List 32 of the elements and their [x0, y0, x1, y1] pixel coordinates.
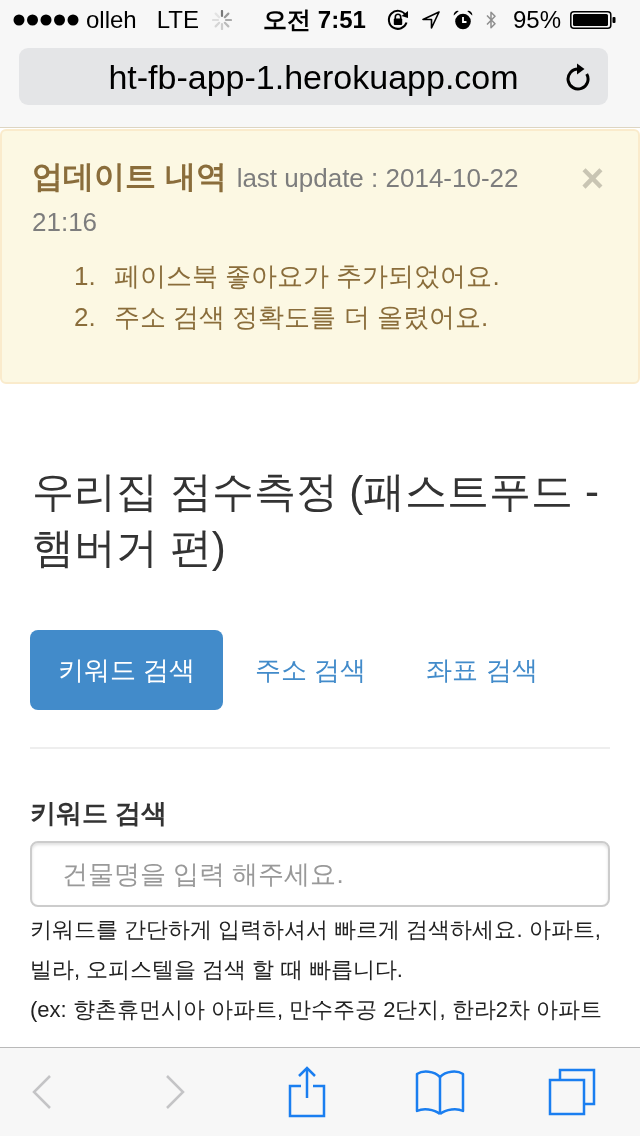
keyword-input[interactable]: 건물명을 입력 해주세요.	[30, 841, 610, 907]
field-label: 키워드 검색	[30, 797, 169, 830]
location-arrow-icon	[421, 11, 440, 29]
search-tab[interactable]: 좌표 검색	[398, 630, 566, 710]
network-type: LTE	[156, 6, 199, 34]
list-number: 2.	[74, 301, 97, 334]
battery-percent: 95%	[512, 6, 561, 34]
notice-heading: 업데이트 내역 last update : 2014-10-22 21:16	[32, 158, 520, 239]
address-bar[interactable]: ht-fb-app-1.herokuapp.com	[19, 48, 608, 105]
search-tab[interactable]: 키워드 검색	[30, 630, 224, 710]
search-tab[interactable]: 주소 검색	[227, 630, 395, 710]
update-item-text: 주소 검색 정확도를 더 올렸어요.	[114, 301, 489, 334]
bluetooth-icon	[485, 10, 496, 30]
activity-spinner-icon	[211, 10, 232, 30]
chevron-right-icon	[164, 1075, 185, 1109]
chevron-left-icon	[32, 1075, 52, 1109]
clock-time: 오전 7:51	[263, 6, 366, 34]
help-text: (ex: 향촌휴먼시아 아파트, 만수주공 2단지, 한라2차 아파트	[30, 996, 604, 1024]
page-url: ht-fb-app-1.herokuapp.com	[107, 56, 520, 97]
share-icon	[288, 1066, 326, 1118]
carrier-name: olleh	[86, 6, 137, 34]
signal-strength-icon	[13, 14, 79, 26]
reload-icon	[565, 62, 591, 91]
battery-icon	[570, 11, 616, 29]
overlapping-squares-icon	[548, 1068, 596, 1116]
open-book-icon	[414, 1068, 465, 1116]
list-number: 1.	[74, 260, 97, 293]
update-item-text: 페이스북 좋아요가 추가되었어요.	[114, 260, 500, 293]
alarm-clock-icon	[452, 10, 473, 30]
help-text: 키워드를 간단하게 입력하셔서 빠르게 검색하세요. 아파트,빌라, 오피스텔을 검색 할 때 빠릅니다.	[30, 916, 602, 984]
page-title: 우리집 점수측정 (패스트푸드 - 햄버거 편)	[32, 467, 600, 573]
rotation-lock-icon	[385, 8, 410, 32]
